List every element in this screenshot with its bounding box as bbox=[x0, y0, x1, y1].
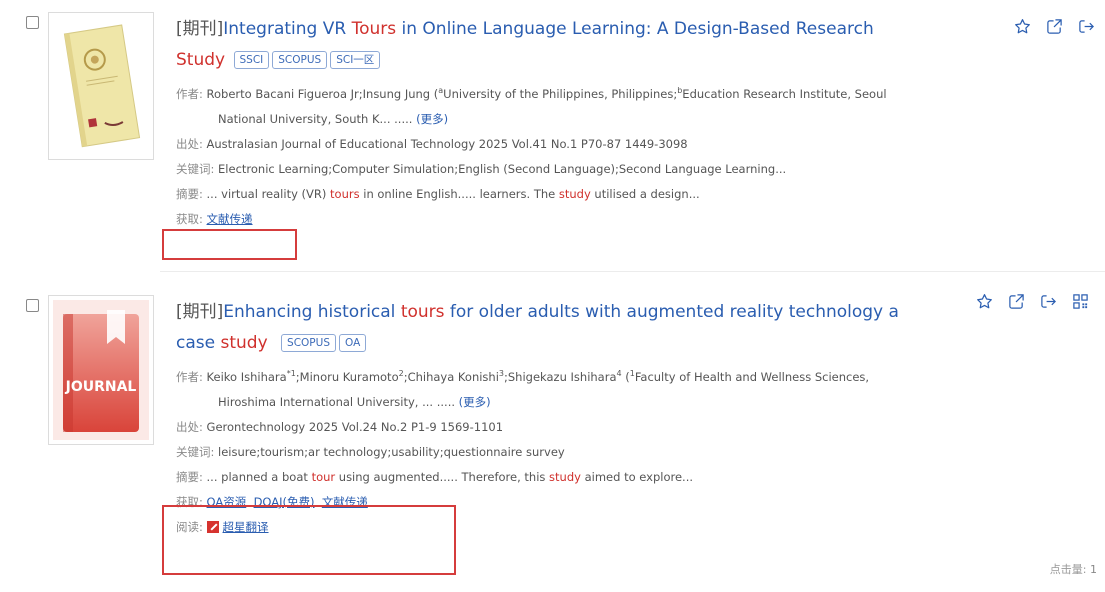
result-item-1: [期刊]Integrating VR Tours in Online Langu… bbox=[0, 0, 1105, 270]
result-title[interactable]: [期刊]Integrating VR Tours in Online Langu… bbox=[176, 14, 956, 76]
star-icon[interactable] bbox=[1014, 18, 1031, 35]
title-highlight[interactable]: Study bbox=[176, 50, 225, 70]
title-text[interactable]: for older adults with augmented reality … bbox=[445, 302, 899, 322]
abstract-label: 摘要: bbox=[176, 186, 203, 201]
click-count-value: 1 bbox=[1090, 563, 1097, 576]
type-tag: [期刊] bbox=[176, 19, 224, 39]
source-text: Australasian Journal of Educational Tech… bbox=[206, 136, 688, 151]
authors-text[interactable]: Roberto Bacani Figueroa Jr;Insung Jung bbox=[207, 87, 431, 101]
authors-row-cont: National University, South K... ..... (更… bbox=[176, 107, 956, 132]
result-body: [期刊]Integrating VR Tours in Online Langu… bbox=[176, 14, 956, 232]
abstract-text: ... virtual reality (VR) bbox=[206, 186, 331, 201]
abstract-text: ... planned a boat bbox=[206, 469, 312, 484]
access-label: 获取: bbox=[176, 211, 203, 226]
divider bbox=[160, 271, 1105, 272]
result-body: [期刊]Enhancing historical tours for older… bbox=[176, 297, 956, 540]
result-item-2: JOURNAL [期刊]Enhancing historical tours f… bbox=[0, 275, 1105, 592]
more-link[interactable]: (更多) bbox=[416, 112, 448, 126]
title-text[interactable]: Enhancing historical bbox=[223, 302, 401, 322]
action-icons bbox=[1004, 16, 1095, 35]
keywords-label: 关键词: bbox=[176, 444, 215, 459]
source-row: 出处: Gerontechnology 2025 Vol.24 No.2 P1-… bbox=[176, 415, 956, 440]
badge-scopus: SCOPUS bbox=[272, 51, 328, 69]
keywords-label: 关键词: bbox=[176, 161, 215, 176]
badge-ssci: SSCI bbox=[233, 51, 270, 69]
source-text: Gerontechnology 2025 Vol.24 No.2 P1-9 15… bbox=[206, 419, 504, 434]
keywords-text: leisure;tourism;ar technology;usability;… bbox=[218, 444, 565, 459]
highlight-box bbox=[162, 505, 456, 575]
qr-code-icon[interactable] bbox=[1072, 293, 1089, 310]
journal-cover-image bbox=[63, 24, 141, 148]
abstract-label: 摘要: bbox=[176, 469, 203, 484]
title-highlight[interactable]: Tours bbox=[352, 19, 397, 39]
source-row: 出处: Australasian Journal of Educational … bbox=[176, 132, 956, 157]
keywords-row: 关键词: leisure;tourism;ar technology;usabi… bbox=[176, 440, 956, 465]
authors-row-cont: Hiroshima International University, ... … bbox=[176, 390, 956, 415]
author-name[interactable]: ;Shigekazu Ishihara bbox=[504, 370, 617, 384]
select-checkbox[interactable] bbox=[26, 299, 39, 312]
affiliation-text: University of the Philippines, Philippin… bbox=[443, 86, 678, 101]
journal-cover-text: JOURNAL bbox=[65, 379, 137, 395]
affiliation-text: Faculty of Health and Wellness Sciences, bbox=[634, 369, 870, 384]
title-text[interactable]: Integrating VR bbox=[223, 19, 351, 39]
action-icons bbox=[966, 291, 1089, 310]
abstract-text: utilised a design... bbox=[590, 186, 700, 201]
share-icon[interactable] bbox=[1078, 18, 1095, 35]
affiliation-text: Hiroshima International University, ... … bbox=[218, 394, 456, 409]
abstract-highlight: tours bbox=[330, 186, 360, 201]
badge-scopus: SCOPUS bbox=[281, 334, 336, 352]
cover-thumbnail[interactable] bbox=[48, 12, 154, 160]
author-name[interactable]: Keiko Ishihara bbox=[207, 370, 287, 384]
source-label: 出处: bbox=[176, 419, 203, 434]
keywords-row: 关键词: Electronic Learning;Computer Simula… bbox=[176, 157, 956, 182]
abstract-highlight: study bbox=[558, 186, 591, 201]
abstract-highlight: study bbox=[549, 469, 581, 484]
click-count-label: 点击量: bbox=[1049, 563, 1087, 576]
external-link-icon[interactable] bbox=[1008, 293, 1025, 310]
badge-sci-zone: SCI一区 bbox=[330, 51, 381, 69]
title-highlight[interactable]: tours bbox=[401, 302, 445, 322]
authors-label: 作者: bbox=[176, 86, 203, 101]
title-highlight[interactable]: study bbox=[220, 333, 267, 353]
result-title[interactable]: [期刊]Enhancing historical tours for older… bbox=[176, 297, 956, 359]
author-sup: 4 bbox=[616, 369, 622, 378]
abstract-text: using augmented..... Therefore, this bbox=[335, 469, 550, 484]
type-tag: [期刊] bbox=[176, 302, 224, 322]
external-link-icon[interactable] bbox=[1046, 18, 1063, 35]
keywords-text: Electronic Learning;Computer Simulation;… bbox=[218, 161, 787, 176]
author-name[interactable]: ;Chihaya Konishi bbox=[404, 370, 499, 384]
abstract-row: 摘要: ... planned a boat tour using augmen… bbox=[176, 465, 956, 490]
title-text[interactable]: in Online Language Learning: A Design-Ba… bbox=[396, 19, 874, 39]
cover-thumbnail[interactable]: JOURNAL bbox=[48, 295, 154, 445]
more-link[interactable]: (更多) bbox=[459, 395, 491, 409]
abstract-text: aimed to explore... bbox=[580, 469, 694, 484]
affiliation-text: National University, South K... ..... bbox=[218, 111, 413, 126]
star-icon[interactable] bbox=[976, 293, 993, 310]
authors-row: 作者: Keiko Ishihara*1;Minoru Kuramoto2;Ch… bbox=[176, 361, 956, 390]
author-name[interactable]: ;Minoru Kuramoto bbox=[296, 370, 399, 384]
authors-label: 作者: bbox=[176, 369, 203, 384]
title-text[interactable]: case bbox=[176, 333, 220, 353]
journal-cover-image: JOURNAL bbox=[53, 300, 149, 440]
source-label: 出处: bbox=[176, 136, 203, 151]
share-icon[interactable] bbox=[1040, 293, 1057, 310]
abstract-row: 摘要: ... virtual reality (VR) tours in on… bbox=[176, 182, 956, 207]
abstract-text: in online English..... learners. The bbox=[359, 186, 559, 201]
document-delivery-link[interactable]: 文献传递 bbox=[207, 212, 253, 226]
author-sup: *1 bbox=[286, 369, 296, 378]
abstract-highlight: tour bbox=[311, 469, 336, 484]
affiliation-text: Education Research Institute, Seoul bbox=[682, 86, 887, 101]
highlight-box bbox=[162, 229, 297, 260]
click-count: 点击量: 1 bbox=[1050, 561, 1097, 577]
authors-row: 作者: Roberto Bacani Figueroa Jr;Insung Ju… bbox=[176, 86, 887, 101]
select-checkbox[interactable] bbox=[26, 16, 39, 29]
badge-oa: OA bbox=[339, 334, 367, 352]
